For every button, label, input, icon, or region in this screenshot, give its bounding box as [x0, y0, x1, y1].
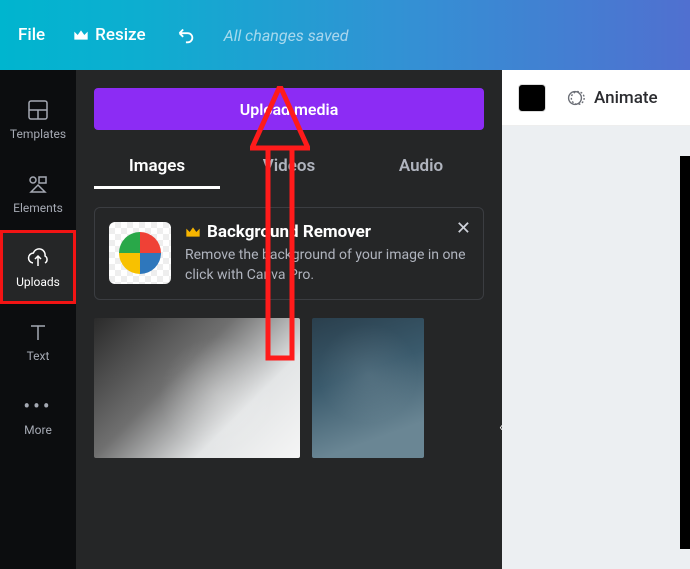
- animate-label: Animate: [594, 88, 658, 108]
- left-sidebar: Templates Elements Uploads Text ••• More: [0, 70, 76, 569]
- templates-icon: [26, 98, 50, 122]
- sidebar-label: Elements: [13, 201, 63, 215]
- animate-button[interactable]: Animate: [564, 87, 658, 109]
- promo-close-button[interactable]: ✕: [456, 218, 471, 239]
- sidebar-item-elements[interactable]: Elements: [0, 156, 76, 230]
- canvas-body[interactable]: [502, 126, 690, 569]
- color-swatch[interactable]: [518, 84, 546, 112]
- crown-icon: [185, 226, 201, 238]
- sidebar-label: More: [24, 423, 52, 437]
- crown-icon: [73, 29, 89, 41]
- elements-icon: [26, 172, 50, 196]
- sidebar-label: Templates: [10, 127, 66, 141]
- sidebar-label: Uploads: [16, 275, 60, 289]
- upload-media-button[interactable]: Upload media: [94, 88, 484, 130]
- more-icon: •••: [25, 393, 51, 419]
- top-toolbar: File Resize All changes saved: [0, 0, 690, 70]
- uploads-icon: [26, 246, 50, 270]
- sidebar-item-uploads[interactable]: Uploads: [0, 230, 76, 304]
- resize-label: Resize: [95, 25, 145, 45]
- resize-button[interactable]: Resize: [73, 25, 145, 45]
- save-status: All changes saved: [224, 26, 349, 45]
- promo-description: Remove the background of your image in o…: [185, 246, 469, 285]
- undo-icon[interactable]: [174, 24, 196, 46]
- tab-videos[interactable]: Videos: [226, 146, 352, 189]
- sidebar-item-templates[interactable]: Templates: [0, 82, 76, 156]
- uploads-tabs: Images Videos Audio: [94, 146, 484, 189]
- design-element[interactable]: [680, 156, 690, 549]
- sidebar-item-more[interactable]: ••• More: [0, 378, 76, 452]
- sidebar-label: Text: [27, 349, 50, 363]
- upload-thumbnail[interactable]: [94, 318, 300, 458]
- file-menu[interactable]: File: [18, 25, 45, 45]
- sidebar-item-text[interactable]: Text: [0, 304, 76, 378]
- text-icon: [26, 320, 50, 344]
- promo-title: Background Remover: [185, 222, 469, 242]
- background-remover-promo[interactable]: Background Remover Remove the background…: [94, 207, 484, 300]
- animate-icon: [564, 87, 586, 109]
- uploads-grid: [94, 318, 484, 458]
- tab-audio[interactable]: Audio: [358, 146, 484, 189]
- tab-images[interactable]: Images: [94, 146, 220, 189]
- design-canvas-area: Animate: [502, 70, 690, 569]
- beachball-icon: [119, 232, 161, 274]
- uploads-panel: Upload media Images Videos Audio Backgro…: [76, 70, 502, 569]
- upload-thumbnail[interactable]: [312, 318, 424, 458]
- canvas-toolbar: Animate: [502, 70, 690, 126]
- promo-thumbnail: [109, 222, 171, 284]
